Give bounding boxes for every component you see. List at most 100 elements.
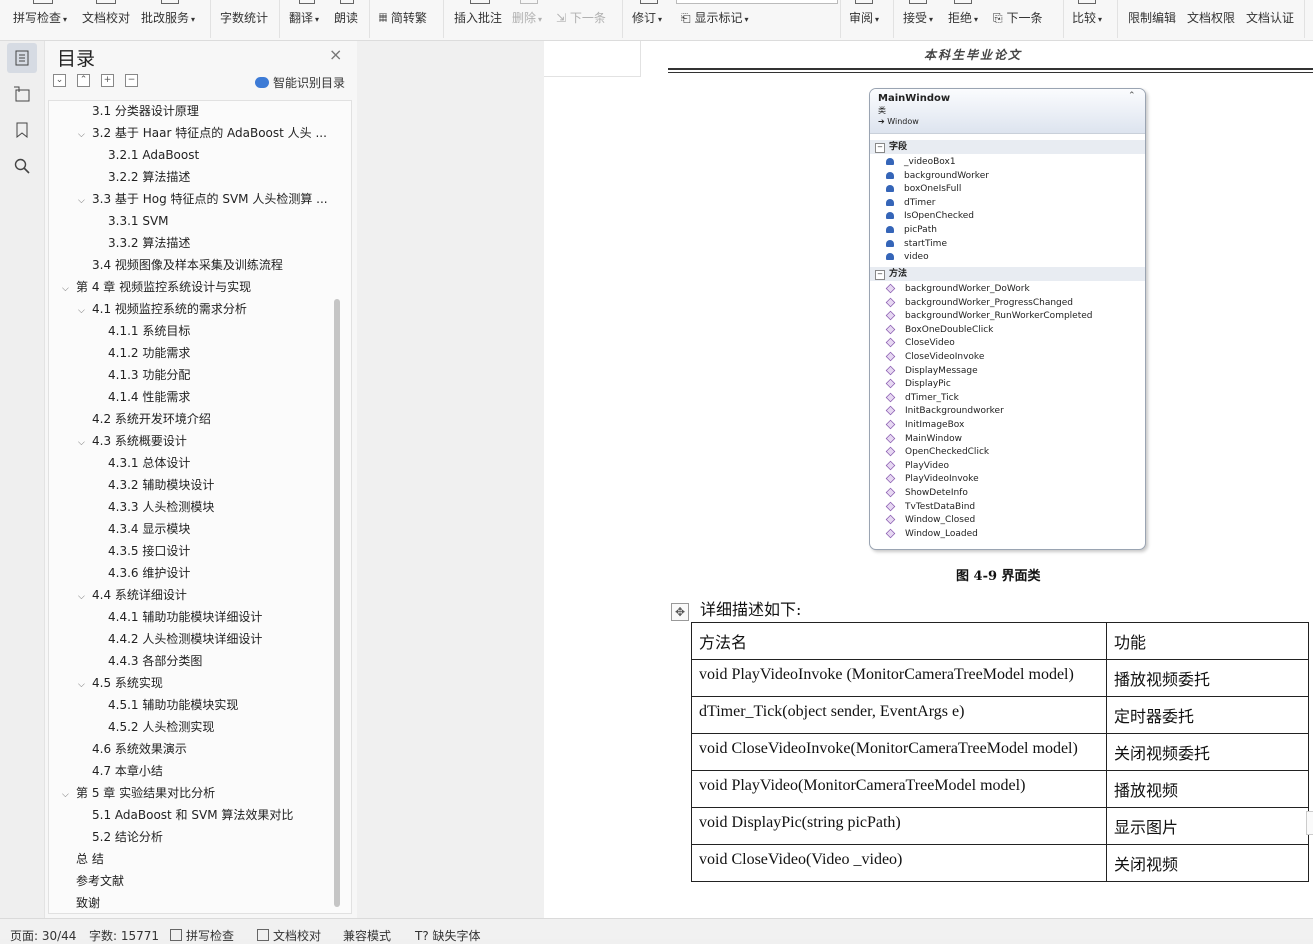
class-field: backgroundWorker [886,170,989,183]
table-cell[interactable]: 定时器委托 [1106,696,1309,734]
toc-icon[interactable] [7,43,37,73]
toc-item[interactable]: 参考文献 [76,871,124,891]
toc-item[interactable]: ⌵ 4.4 系统详细设计 [78,585,187,605]
table-cell[interactable]: 播放视频 [1106,770,1309,808]
class-method: ShowDeteInfo [885,487,968,500]
chevron-down-icon[interactable]: ⌵ [78,433,92,453]
toc-item[interactable]: 4.1.2 功能需求 [108,343,190,363]
close-icon[interactable]: × [329,45,342,64]
delete-comment-icon [520,0,538,4]
table-cell[interactable]: void CloseVideoInvoke(MonitorCameraTreeM… [691,733,1107,771]
toc-item[interactable]: ⌵ 第 5 章 实验结果对比分析 [62,783,215,803]
toc-item[interactable]: 3.2.2 算法描述 [108,167,190,187]
chevron-down-icon[interactable]: ⌵ [78,125,92,145]
class-method: dTimer_Tick [885,392,959,405]
toc-item[interactable]: 4.4.2 人头检测模块详细设计 [108,629,262,649]
toc-item[interactable]: 4.3.2 辅助模块设计 [108,475,214,495]
toc-item[interactable]: ⌵ 3.2 基于 Haar 特征点的 AdaBoost 人头 ... [78,123,327,143]
toc-item[interactable]: 4.2 系统开发环境介绍 [92,409,211,429]
collapse-all-icon[interactable]: ⌄ [53,74,66,87]
table-cell[interactable]: 关闭视频 [1106,844,1309,882]
table-cell[interactable]: dTimer_Tick(object sender, EventArgs e) [691,696,1107,734]
method-name: backgroundWorker_DoWork [905,284,1030,294]
toc-item[interactable]: 5.1 AdaBoost 和 SVM 算法效果对比 [92,805,293,825]
toc-item[interactable]: 4.3.3 人头检测模块 [108,497,214,517]
missing-font-status[interactable]: T? 缺失字体 [415,927,481,944]
smart-toc-button[interactable]: 智能识别目录 [255,74,345,91]
table-cell[interactable]: 显示图片 [1106,807,1309,845]
chevron-down-icon[interactable]: ⌵ [78,675,92,695]
table-cell[interactable]: void CloseVideo(Video _video) [691,844,1107,882]
table-cell[interactable]: void PlayVideoInvoke (MonitorCameraTreeM… [691,659,1107,697]
toc-item[interactable]: ⌵ 4.3 系统概要设计 [78,431,187,451]
toc-item[interactable]: 3.3.2 算法描述 [108,233,190,253]
toc-item[interactable]: ⌵ 4.5 系统实现 [78,673,163,693]
word-count[interactable]: 字数: 15771 [89,927,159,944]
toc-item[interactable]: 总 结 [76,849,104,869]
table-cell[interactable]: 关闭视频委托 [1106,733,1309,771]
toc-item[interactable]: 4.1.3 功能分配 [108,365,190,385]
toc-item[interactable]: 4.4.1 辅助功能模块详细设计 [108,607,262,627]
chevron-down-icon[interactable]: ⌵ [78,587,92,607]
toc-item[interactable]: 4.3.4 显示模块 [108,519,190,539]
search-icon[interactable] [7,151,37,181]
remove-entry-icon[interactable]: − [125,74,138,87]
toc-item[interactable]: 4.1.4 性能需求 [108,387,190,407]
toc-item[interactable]: ⌵ 3.3 基于 Hog 特征点的 SVM 人头检测算 ... [78,189,328,209]
table-move-handle-icon[interactable]: ✥ [671,603,689,621]
toc-item[interactable]: ⌵ 第 4 章 视频监控系统设计与实现 [62,277,251,297]
expand-all-icon[interactable]: ⌃ [77,74,90,87]
toc-item-label: 4.4.3 各部分类图 [108,654,203,668]
class-method: DisplayPic [885,378,951,391]
method-name: MainWindow [905,433,962,444]
checkbox-icon [170,929,182,941]
toc-item[interactable]: 4.5.2 人头检测实现 [108,717,214,737]
markup-mode-select[interactable] [676,0,838,4]
table-cell[interactable]: void DisplayPic(string picPath) [691,807,1107,845]
header-rule [668,72,1313,73]
toc-item[interactable]: 5.2 结论分析 [92,827,163,847]
toc-item-label: 3.3.2 算法描述 [108,236,191,250]
chevron-down-icon[interactable]: ⌵ [78,301,92,321]
document-page: 本科生毕业论文 MainWindow 类 ➔ Window ⌃ − 字段 − 方法 … [544,41,1313,918]
toc-item[interactable]: 4.4.3 各部分类图 [108,651,202,671]
toc-item[interactable]: ⌵ 4.1 视频监控系统的需求分析 [78,299,247,319]
table-header-cell[interactable]: 功能 [1106,622,1309,660]
add-entry-icon[interactable]: + [101,74,114,87]
class-kind: 类 [878,106,886,115]
toc-item[interactable]: 4.1.1 系统目标 [108,321,190,341]
toc-item[interactable]: 3.1 分类器设计原理 [92,101,199,121]
chevron-down-icon[interactable]: ⌵ [62,785,76,805]
class-method: backgroundWorker_RunWorkerCompleted [885,310,1093,323]
figure-caption: 图 4-9 界面类 [956,569,1041,584]
class-method: MainWindow [885,433,962,446]
table-cell[interactable]: void PlayVideo(MonitorCameraTreeModel mo… [691,770,1107,808]
toc-item[interactable]: 4.5.1 辅助功能模块实现 [108,695,238,715]
toc-item[interactable]: 4.3.1 总体设计 [108,453,190,473]
chevron-down-icon[interactable]: ⌵ [78,191,92,211]
toc-item[interactable]: 4.3.6 维护设计 [108,563,190,583]
table-header-cell[interactable]: 方法名 [691,622,1107,660]
divider [443,0,444,38]
toc-item[interactable]: 4.6 系统效果演示 [92,739,187,759]
table-row: void PlayVideoInvoke (MonitorCameraTreeM… [691,659,1309,697]
method-name: DisplayPic [905,379,951,390]
toc-item[interactable]: 4.3.5 接口设计 [108,541,190,561]
spell-check-status[interactable]: 拼写检查 [170,927,234,944]
selection-pane-icon[interactable] [7,79,37,109]
proofread-status[interactable]: 文档校对 [257,927,321,944]
page-indicator[interactable]: 页面: 30/44 [10,927,76,944]
table-row: dTimer_Tick(object sender, EventArgs e) 定… [691,696,1309,734]
chevron-down-icon[interactable]: ⌵ [62,279,76,299]
toc-item[interactable]: 致谢 [76,893,100,913]
divider [1304,0,1305,38]
table-cell[interactable]: 播放视频委托 [1106,659,1309,697]
toc-item[interactable]: 3.3.1 SVM [108,211,169,231]
toc-item[interactable]: 4.7 本章小结 [92,761,163,781]
toc-item[interactable]: 3.4 视频图像及样本采集及训练流程 [92,255,283,275]
page-header: 本科生毕业论文 [924,48,1023,62]
bookmark-icon[interactable] [7,115,37,145]
toc-item[interactable]: 3.2.1 AdaBoost [108,145,199,165]
method-icon [885,528,896,539]
toc-scrollbar[interactable] [334,299,340,907]
